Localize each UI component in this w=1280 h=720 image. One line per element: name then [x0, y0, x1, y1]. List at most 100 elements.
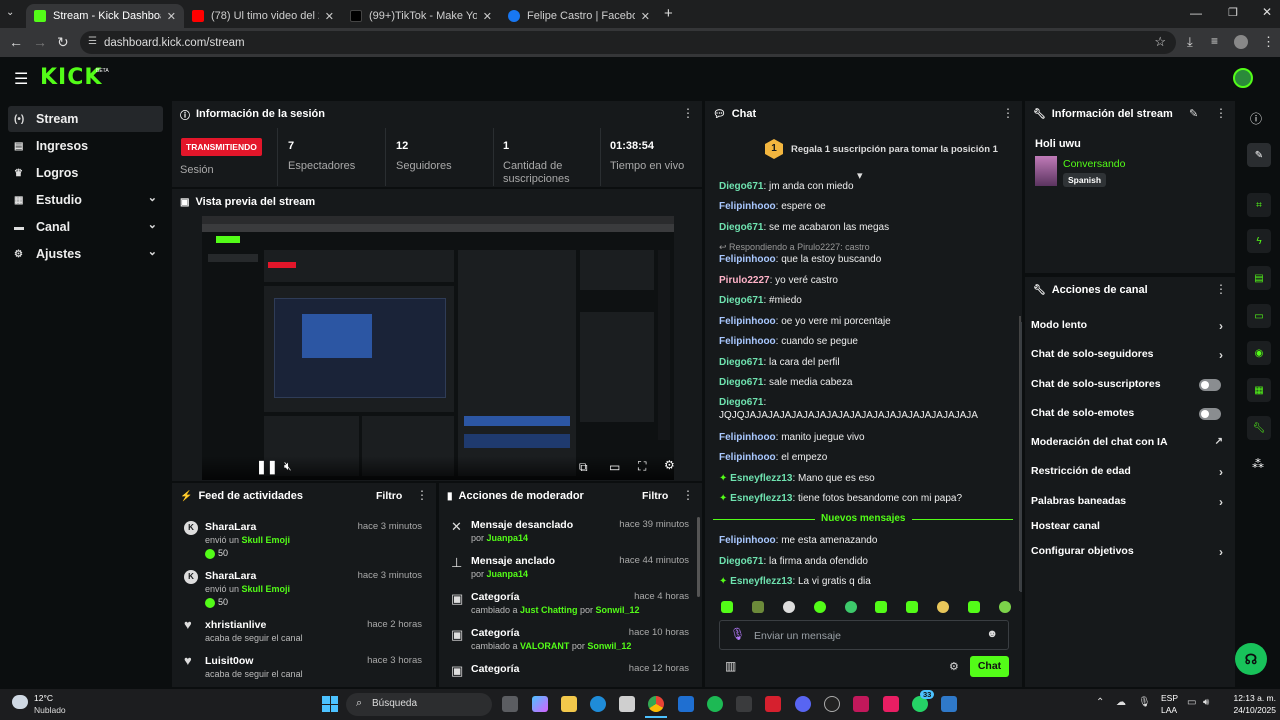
store-app-icon[interactable]: [619, 696, 635, 712]
reload-icon[interactable]: ↻: [57, 34, 69, 51]
action-set-goals[interactable]: Configurar objetivos ›: [1031, 545, 1229, 567]
app-icon[interactable]: [853, 696, 869, 712]
weather-desc[interactable]: Nublado: [34, 705, 66, 715]
scrollbar[interactable]: [697, 517, 700, 597]
action-age-restriction[interactable]: Restricción de edad ›: [1031, 465, 1229, 487]
action-slow-mode[interactable]: Modo lento ›: [1031, 319, 1229, 341]
support-headset-icon[interactable]: ☊: [1235, 643, 1267, 675]
emote-icon[interactable]: [782, 601, 795, 613]
weather-temp[interactable]: 12°C: [34, 693, 53, 703]
tray-chevron-icon[interactable]: ⌃: [1096, 697, 1104, 708]
obs-icon[interactable]: [824, 696, 840, 712]
gift-rank-badge[interactable]: 1: [765, 139, 783, 159]
settings-gear-icon[interactable]: ⚙: [664, 458, 674, 472]
emotes-only-toggle[interactable]: [1199, 408, 1221, 420]
word-icon[interactable]: [678, 696, 694, 712]
restore-icon[interactable]: ❐: [1228, 6, 1238, 19]
sidebar-item-ajustes[interactable]: ⚙ Ajustes ⌄: [8, 241, 163, 267]
more-options-icon[interactable]: ⋮: [1215, 283, 1227, 295]
minimize-icon[interactable]: —: [1190, 6, 1202, 20]
send-chat-button[interactable]: Chat: [970, 656, 1009, 677]
emote-icon[interactable]: [721, 601, 733, 613]
subscribers-only-toggle[interactable]: [1199, 379, 1221, 391]
panel-scrollbar[interactable]: [1020, 322, 1022, 592]
more-options-icon[interactable]: ⋮: [416, 489, 428, 501]
document-icon[interactable]: ▤: [1247, 266, 1271, 290]
gift-sub-text[interactable]: Regala 1 suscripción para tomar la posic…: [791, 144, 998, 155]
app-icon[interactable]: [883, 696, 899, 712]
copilot-icon[interactable]: [532, 696, 548, 712]
emote-icon[interactable]: [968, 601, 980, 613]
bookmark-star-icon[interactable]: ☆: [1154, 34, 1166, 50]
sidebar-item-canal[interactable]: ▬ Canal ⌄: [8, 214, 163, 240]
emote-icon[interactable]: [937, 601, 950, 613]
hamburger-menu-icon[interactable]: ☰: [14, 69, 28, 89]
reading-list-icon[interactable]: ≡: [1211, 34, 1218, 48]
user-avatar[interactable]: [1233, 68, 1253, 88]
task-view-icon[interactable]: [502, 696, 518, 712]
stream-category[interactable]: Conversando: [1063, 158, 1125, 170]
browser-menu-icon[interactable]: ⋮: [1262, 34, 1275, 50]
sidebar-item-stream[interactable]: (•) Stream: [8, 106, 163, 132]
sidebar-item-logros[interactable]: ♛ Logros: [8, 160, 163, 186]
chrome-icon[interactable]: [648, 696, 664, 712]
close-tab-icon[interactable]: ✕: [483, 10, 492, 23]
action-banned-words[interactable]: Palabras baneadas ›: [1031, 495, 1229, 517]
chat-settings-gear-icon[interactable]: ⚙: [949, 660, 959, 673]
volume-icon[interactable]: 🔊︎: [1203, 697, 1209, 708]
emote-icon[interactable]: [998, 601, 1011, 613]
clock-date[interactable]: 24/10/2025: [1226, 705, 1276, 715]
bolt-icon[interactable]: ϟ: [1247, 229, 1271, 253]
clock-time[interactable]: 12:13 a. m.: [1226, 693, 1276, 703]
edit-pencil-icon[interactable]: ✎: [1189, 107, 1198, 120]
action-ai-moderation[interactable]: Moderación del chat con IA ↗: [1031, 436, 1229, 458]
spotify-icon[interactable]: [707, 696, 723, 712]
new-messages-label[interactable]: Nuevos mensajes: [815, 513, 912, 524]
wrench-icon[interactable]: 🔧︎: [1247, 416, 1271, 440]
kick-logo[interactable]: KICK: [40, 65, 102, 90]
pip-icon[interactable]: ⧉: [579, 460, 588, 475]
info-circle-icon[interactable]: ⓘ: [1250, 110, 1262, 127]
theater-icon[interactable]: ▭: [609, 460, 620, 474]
tab-list-icon[interactable]: ⌄: [6, 7, 14, 18]
tab-tiktok[interactable]: (99+)TikTok - Make Your Day✕: [342, 4, 500, 28]
layout-icon[interactable]: ▦: [1247, 378, 1271, 402]
recorder-icon[interactable]: [765, 696, 781, 712]
tab-facebook[interactable]: Felipe Castro | Facebook✕: [500, 4, 658, 28]
store-icon[interactable]: ▥: [725, 659, 736, 673]
apps-icon[interactable]: ⁂: [1252, 457, 1264, 471]
more-options-icon[interactable]: ⋮: [1215, 107, 1227, 119]
app-icon[interactable]: [736, 696, 752, 712]
sidebar-item-estudio[interactable]: ▦ Estudio ⌄: [8, 187, 163, 213]
windows-start-icon[interactable]: [322, 696, 338, 712]
site-info-icon[interactable]: ☰: [88, 36, 97, 47]
close-tab-icon[interactable]: ✕: [641, 10, 650, 23]
emote-icon[interactable]: [813, 601, 826, 613]
chat-icon[interactable]: ▭: [1247, 304, 1271, 328]
back-icon[interactable]: ←: [9, 34, 23, 50]
tab-kick-dashboard[interactable]: Stream - Kick Dashboard✕: [26, 4, 184, 28]
close-tab-icon[interactable]: ✕: [325, 10, 334, 23]
new-tab-icon[interactable]: +: [664, 5, 673, 22]
edit-layout-icon[interactable]: ✎: [1247, 143, 1271, 167]
close-tab-icon[interactable]: ✕: [167, 10, 176, 23]
edge-icon[interactable]: [590, 696, 606, 712]
file-explorer-icon[interactable]: [561, 696, 577, 712]
pause-icon[interactable]: ❚❚: [256, 459, 278, 475]
tab-youtube[interactable]: (78) Ul timo video del 2016 - Yo✕: [184, 4, 342, 28]
emoji-picker-icon[interactable]: ☻: [986, 628, 998, 640]
mic-tray-icon[interactable]: 🎙︎: [1138, 697, 1151, 708]
emote-icon[interactable]: [751, 601, 764, 613]
emote-icon[interactable]: [875, 601, 888, 613]
display-icon[interactable]: ▭: [1187, 697, 1196, 708]
download-icon[interactable]: ⤓: [1187, 34, 1193, 50]
fullscreen-icon[interactable]: ⛶: [638, 459, 646, 474]
address-bar[interactable]: ☰ dashboard.kick.com/stream ☆: [80, 31, 1176, 54]
action-host-channel[interactable]: Hostear canal: [1031, 520, 1229, 542]
close-window-icon[interactable]: ✕: [1262, 5, 1272, 19]
feed-filter-button[interactable]: Filtro: [376, 490, 402, 502]
discord-icon[interactable]: [795, 696, 811, 712]
language-indicator[interactable]: ESP: [1161, 693, 1178, 703]
broadcast-icon[interactable]: ◉: [1247, 341, 1271, 365]
more-options-icon[interactable]: ⋮: [682, 489, 694, 501]
